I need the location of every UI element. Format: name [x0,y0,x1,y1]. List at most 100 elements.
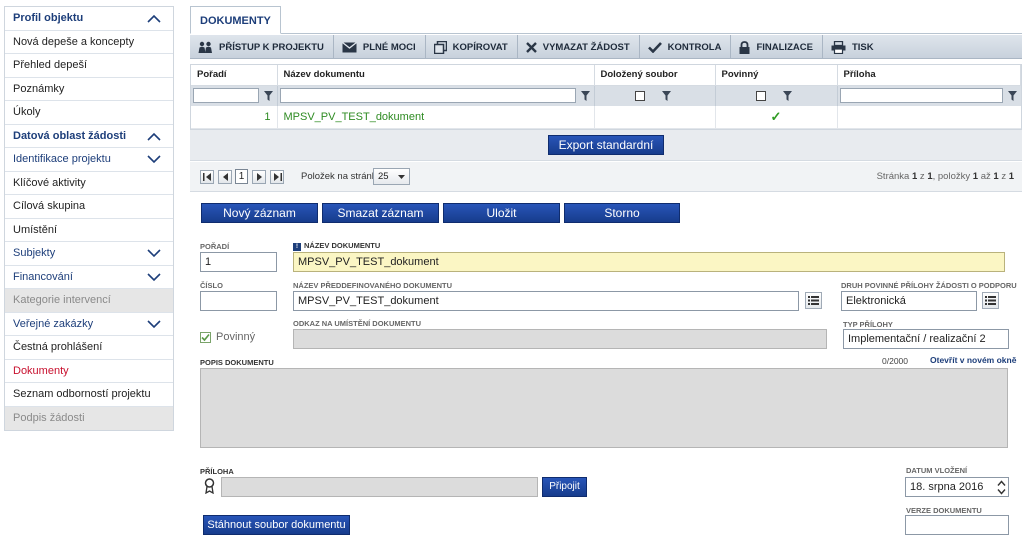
number-field[interactable] [200,291,277,311]
page-info-total: 1 [1008,171,1014,182]
print-button[interactable]: TISK [823,35,883,59]
predefined-document-field[interactable]: MPSV_PV_TEST_dokument [293,291,799,311]
attachment-type-field[interactable]: Implementační / realizační 2 [843,329,1009,349]
filter-row [191,85,1021,106]
sidebar-item-label: Kategorie intervencí [13,294,111,306]
delete-application-button[interactable]: VYMAZAT ŽÁDOST [518,35,640,59]
sidebar-item[interactable]: Veřejné zakázky [5,313,173,336]
chevron-down-icon[interactable] [147,155,161,164]
sidebar-item[interactable]: Úkoly [5,101,173,125]
sidebar-item-label: Seznam odborností projektu [13,388,151,400]
cell-file [594,106,716,129]
cancel-button[interactable]: Storno [564,203,680,223]
sidebar-item[interactable]: Cílová skupina [5,195,173,219]
attach-button[interactable]: Připojit [542,477,587,497]
sidebar-item[interactable]: Datová oblast žádosti [5,125,173,148]
sidebar-item[interactable]: Subjekty [5,242,173,266]
save-button[interactable]: Uložit [443,203,560,223]
per-page-value: 25 [378,171,389,182]
access-project-button[interactable]: PŘÍSTUP K PROJEKTU [190,35,334,59]
filter-file-checkbox[interactable] [634,90,645,101]
attachment-kind-field[interactable]: Elektronická [841,291,977,311]
filter-icon[interactable] [782,90,792,101]
last-page-button[interactable] [270,170,284,184]
filter-icon[interactable] [1007,90,1017,101]
required-checkbox[interactable] [200,332,211,343]
current-page-input[interactable]: 1 [235,169,248,184]
open-in-new-window-link[interactable]: Otevřít v novém okně [930,355,1016,365]
attachment-kind-picker[interactable] [982,292,999,309]
attachment-kind-label: DRUH POVINNÉ PŘÍLOHY ŽÁDOSTI O PODPORU [841,281,1017,290]
sidebar-item-label: Čestná prohlášení [13,341,103,353]
new-record-button[interactable]: Nový záznam [201,203,318,223]
filter-name-input[interactable] [279,88,576,104]
export-standard-button[interactable]: Export standardní [548,135,664,155]
sidebar-item[interactable]: Umístění [5,219,173,242]
chevron-down-icon[interactable] [147,272,161,282]
tab-bar: DOKUMENTY [190,6,1022,34]
column-header-required[interactable]: Povinný [715,65,838,86]
order-field[interactable]: 1 [200,252,277,272]
filter-required [715,85,838,106]
copy-label: KOPÍROVAT [452,41,508,53]
finalize-label: FINALIZACE [756,41,813,53]
description-label: POPIS DOKUMENTU [200,358,274,367]
checkmark-icon [647,41,662,53]
printer-icon [831,40,846,54]
download-document-button[interactable]: Stáhnout soubor dokumentu [203,515,350,535]
insert-date-field[interactable]: 18. srpna 2016 [905,477,1009,497]
power-of-attorney-label: PLNÉ MOCI [362,41,416,53]
filter-icon[interactable] [580,90,590,101]
filter-required-checkbox[interactable] [756,90,766,101]
copy-button[interactable]: KOPÍROVAT [426,35,518,59]
predefined-document-picker[interactable] [805,292,822,309]
delete-record-button[interactable]: Smazat záznam [322,203,439,223]
table-row[interactable]: 1 MPSV_PV_TEST_dokument ✓ [191,106,1021,129]
first-page-button[interactable] [200,170,214,184]
chevron-up-icon[interactable] [147,132,161,141]
sidebar-item[interactable]: Nová depeše a koncepty [5,31,173,54]
people-icon [198,41,212,53]
filter-icon[interactable] [263,90,273,101]
filter-attachment-input[interactable] [839,88,1003,104]
filter-icon[interactable] [661,90,671,101]
sidebar-item-label: Poznámky [13,82,65,95]
tab-dokumenty[interactable]: DOKUMENTY [190,6,281,34]
check-button[interactable]: KONTROLA [640,35,732,59]
column-header-name[interactable]: Název dokumentu [277,65,595,86]
cell-name: MPSV_PV_TEST_dokument [277,106,595,129]
sidebar-item-label: Podpis žádosti [13,411,85,424]
sidebar-item[interactable]: Dokumenty [5,360,173,383]
filter-order-input[interactable] [193,88,259,104]
sidebar-item[interactable]: Klíčové aktivity [5,172,173,195]
prev-page-button[interactable] [218,170,232,184]
access-project-label: PŘÍSTUP K PROJEKTU [219,41,324,53]
sidebar-item[interactable]: Přehled depeší [5,54,173,78]
chevron-down-icon[interactable] [147,319,161,329]
sidebar-item[interactable]: Identifikace projektu [5,148,173,172]
per-page-select[interactable]: 25 [373,168,410,185]
chevron-up-icon[interactable] [147,14,161,23]
next-page-button[interactable] [252,170,266,184]
document-version-field[interactable] [905,515,1009,535]
envelope-icon [341,41,357,52]
document-name-field[interactable]: MPSV_PV_TEST_dokument [293,252,1005,272]
power-of-attorney-button[interactable]: PLNÉ MOCI [334,35,426,59]
column-header-order[interactable]: Pořadí [191,65,278,86]
column-header-attachment[interactable]: Příloha [837,65,1021,86]
sidebar-item[interactable]: Seznam odborností projektu [5,383,173,407]
sidebar-item[interactable]: Poznámky [5,78,173,101]
sidebar-item[interactable]: Profil objektu [5,7,173,31]
document-version-label: VERZE DOKUMENTU [906,506,982,515]
list-icon [985,296,996,305]
finalize-button[interactable]: FINALIZACE [731,35,823,59]
sidebar-item[interactable]: Financování [5,266,173,289]
spinner-icon[interactable] [996,479,1007,496]
chevron-down-icon[interactable] [147,249,161,258]
order-label: POŘADÍ [200,242,230,251]
cell-attachment [837,106,1021,129]
print-label: TISK [851,41,874,53]
column-header-file[interactable]: Doložený soubor [594,65,716,86]
sidebar-item[interactable]: Čestná prohlášení [5,336,173,360]
documents-table: Pořadí Název dokumentu Doložený soubor P… [190,64,1022,130]
